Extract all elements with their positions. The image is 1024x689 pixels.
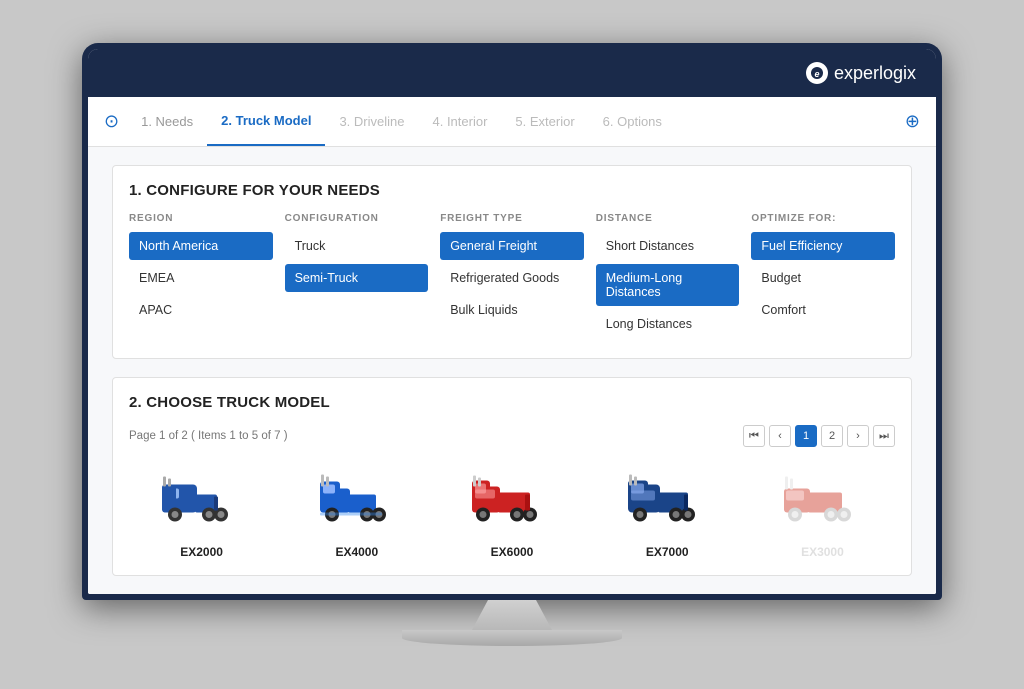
optimize-option-budget[interactable]: Budget [751, 264, 895, 292]
region-label: REGION [129, 213, 273, 224]
truck-card-ex4000[interactable]: EX4000 [284, 459, 429, 559]
truck-card-ex6000[interactable]: EX6000 [439, 459, 584, 559]
optimize-label: OPTIMIZE FOR: [751, 213, 895, 224]
step-interior[interactable]: 4. Interior [418, 97, 501, 146]
truck-image-ex4000 [284, 459, 429, 539]
svg-text:e: e [814, 69, 819, 79]
truck-name-ex4000: EX4000 [335, 545, 378, 559]
step-forward-icon[interactable]: ⊕ [905, 111, 920, 132]
truck-name-ex6000: EX6000 [491, 545, 534, 559]
monitor-stand [82, 600, 942, 646]
config-section: 1. CONFIGURE FOR YOUR NEEDS REGION North… [112, 165, 912, 359]
step-back-icon[interactable]: ⊙ [104, 111, 119, 132]
distance-option-medium-long[interactable]: Medium-Long Distances [596, 264, 740, 306]
configuration-label: CONFIGURATION [285, 213, 429, 224]
config-option-truck[interactable]: Truck [285, 232, 429, 260]
step-needs[interactable]: 1. Needs [127, 97, 207, 146]
logo-icon: e [806, 62, 828, 84]
config-col-optimize: OPTIMIZE FOR: Fuel Efficiency Budget Com… [751, 213, 895, 342]
page-prev-btn[interactable]: ‹ [769, 425, 791, 447]
config-col-freight: FREIGHT TYPE General Freight Refrigerate… [440, 213, 584, 342]
step-truck-model[interactable]: 2. Truck Model [207, 97, 325, 146]
stand-base [402, 630, 622, 646]
truck-card-ex3000[interactable]: EX3000 [750, 459, 895, 559]
page-next-btn[interactable]: › [847, 425, 869, 447]
distance-label: DISTANCE [596, 213, 740, 224]
truck-image-ex3000 [750, 459, 895, 539]
region-option-emea[interactable]: EMEA [129, 264, 273, 292]
truck-name-ex3000: EX3000 [801, 545, 844, 559]
logo-area: e experlogix [806, 62, 916, 84]
page-2-btn[interactable]: 2 [821, 425, 843, 447]
logo-text: experlogix [834, 63, 916, 84]
region-option-north-america[interactable]: North America [129, 232, 273, 260]
freight-label: FREIGHT TYPE [440, 213, 584, 224]
steps-nav: ⊙ 1. Needs 2. Truck Model 3. Driveline 4… [88, 97, 936, 147]
page-last-btn[interactable]: ⏭ [873, 425, 895, 447]
truck-image-ex2000 [129, 459, 274, 539]
monitor-wrapper: e experlogix ⊙ 1. Needs 2. Truck Model 3… [82, 43, 942, 646]
monitor-screen: e experlogix ⊙ 1. Needs 2. Truck Model 3… [82, 43, 942, 600]
truck-name-ex2000: EX2000 [180, 545, 223, 559]
pagination-info: Page 1 of 2 ( Items 1 to 5 of 7 ) [129, 430, 288, 442]
distance-option-long[interactable]: Long Distances [596, 310, 740, 338]
config-columns: REGION North America EMEA APAC CONFIGURA… [129, 213, 895, 342]
config-section-title: 1. CONFIGURE FOR YOUR NEEDS [129, 182, 895, 199]
config-option-semi-truck[interactable]: Semi-Truck [285, 264, 429, 292]
truck-model-title: 2. CHOOSE TRUCK MODEL [129, 394, 895, 411]
app-header: e experlogix [88, 49, 936, 97]
page-1-btn[interactable]: 1 [795, 425, 817, 447]
step-exterior[interactable]: 5. Exterior [501, 97, 588, 146]
truck-card-ex7000[interactable]: EX7000 [595, 459, 740, 559]
stand-neck [472, 600, 552, 630]
main-content: 1. CONFIGURE FOR YOUR NEEDS REGION North… [88, 147, 936, 594]
config-col-region: REGION North America EMEA APAC [129, 213, 273, 342]
truck-name-ex7000: EX7000 [646, 545, 689, 559]
page-first-btn[interactable]: ⏮ [743, 425, 765, 447]
config-col-distance: DISTANCE Short Distances Medium-Long Dis… [596, 213, 740, 342]
step-options[interactable]: 6. Options [589, 97, 676, 146]
step-driveline[interactable]: 3. Driveline [325, 97, 418, 146]
region-option-apac[interactable]: APAC [129, 296, 273, 324]
screen-inner: e experlogix ⊙ 1. Needs 2. Truck Model 3… [88, 49, 936, 594]
distance-option-short[interactable]: Short Distances [596, 232, 740, 260]
pagination-bar: Page 1 of 2 ( Items 1 to 5 of 7 ) ⏮ ‹ 1 … [129, 425, 895, 447]
truck-image-ex6000 [439, 459, 584, 539]
freight-option-refrigerated[interactable]: Refrigerated Goods [440, 264, 584, 292]
truck-image-ex7000 [595, 459, 740, 539]
trucks-grid: EX2000 [129, 459, 895, 559]
truck-model-section: 2. CHOOSE TRUCK MODEL Page 1 of 2 ( Item… [112, 377, 912, 576]
optimize-option-fuel[interactable]: Fuel Efficiency [751, 232, 895, 260]
freight-option-general[interactable]: General Freight [440, 232, 584, 260]
freight-option-bulk[interactable]: Bulk Liquids [440, 296, 584, 324]
pagination-controls: ⏮ ‹ 1 2 › ⏭ [743, 425, 895, 447]
config-col-configuration: CONFIGURATION Truck Semi-Truck [285, 213, 429, 342]
truck-card-ex2000[interactable]: EX2000 [129, 459, 274, 559]
optimize-option-comfort[interactable]: Comfort [751, 296, 895, 324]
